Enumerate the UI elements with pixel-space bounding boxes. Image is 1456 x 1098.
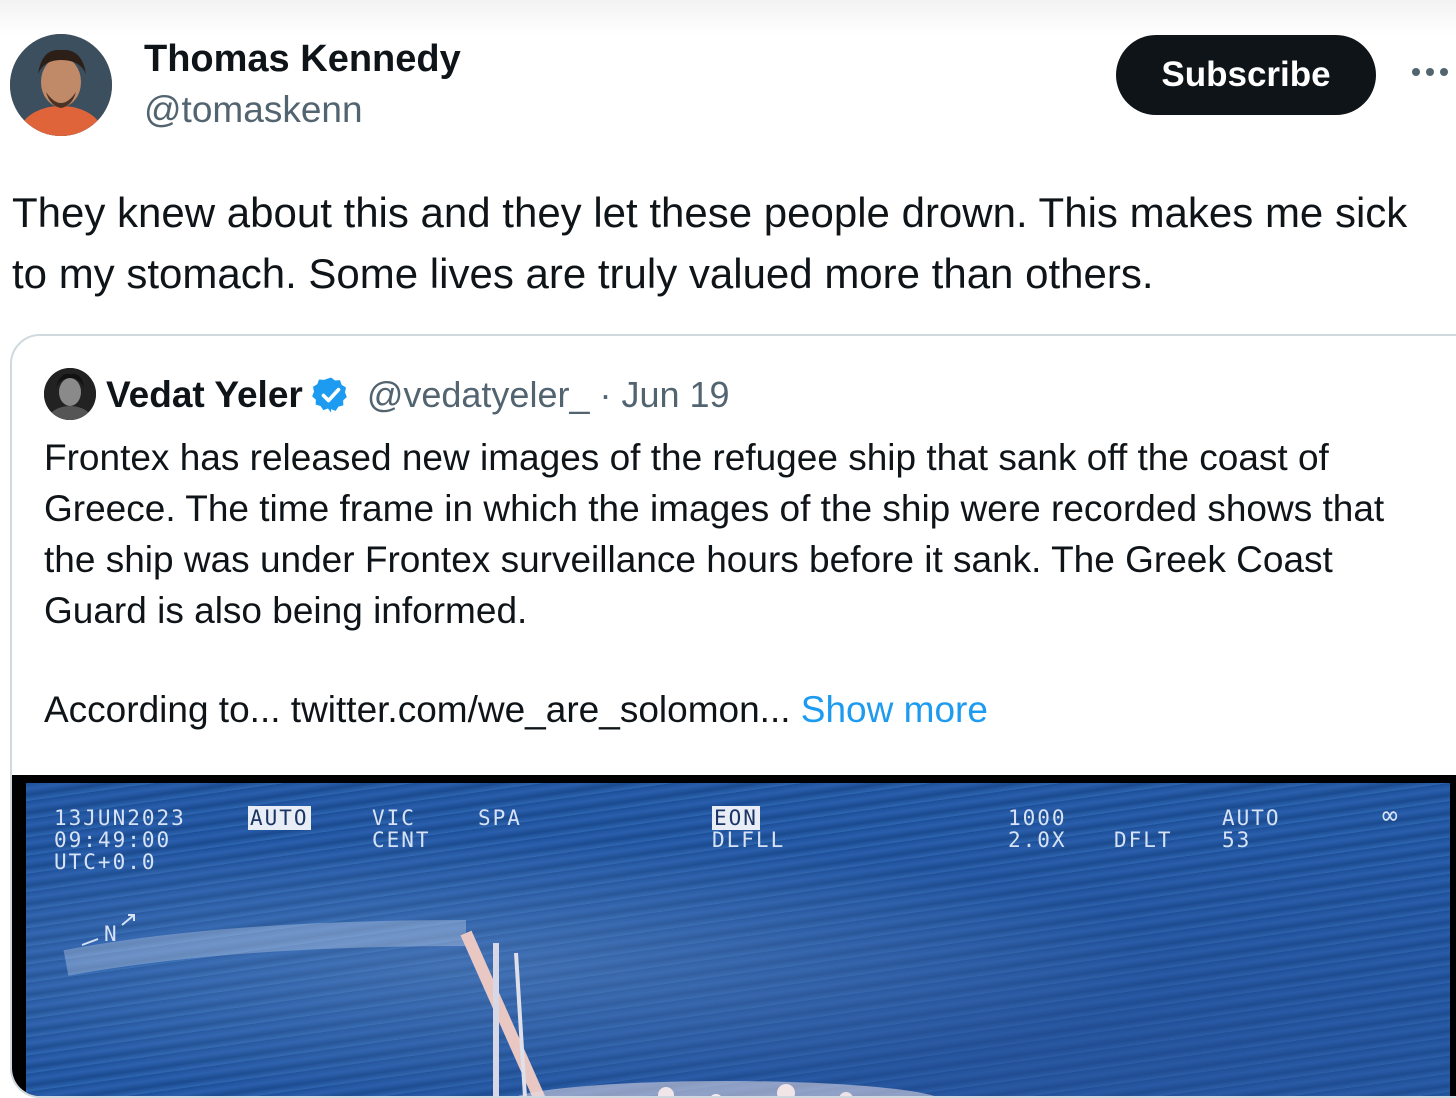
hud-infinity: ∞: [1382, 801, 1400, 831]
hud-timezone: UTC+0.0: [54, 850, 157, 874]
hud-time: 09:49:00: [54, 828, 172, 852]
hud-date: 13JUN2023: [54, 806, 186, 830]
hud-cent-value: CENT: [372, 828, 431, 852]
subscribe-button[interactable]: Subscribe: [1116, 35, 1376, 115]
quote-media[interactable]: 13JUN2023 09:49:00 UTC+0.0 AUTO VIC CENT…: [12, 775, 1456, 1096]
hud-eon-value: EON: [712, 806, 760, 830]
post-text: They knew about this and they let these …: [12, 189, 1408, 297]
hud-auto-value: AUTO: [1222, 806, 1281, 830]
more-icon[interactable]: [1408, 50, 1452, 94]
show-more-link[interactable]: Show more: [801, 689, 988, 730]
verified-badge-icon: [311, 375, 351, 415]
separator-dot: ·: [599, 374, 612, 415]
hud-auto: AUTO 53: [1222, 807, 1281, 851]
hud-vic: VIC CENT: [372, 807, 431, 851]
quote-date[interactable]: Jun 19: [621, 374, 729, 416]
author-handle[interactable]: @tomaskenn: [144, 88, 363, 132]
quote-truncated-line: According to... twitter.com/we_are_solom…: [44, 684, 988, 735]
quote-author-name[interactable]: Vedat Yeler: [106, 374, 303, 416]
hud-eon: EON DLFLL: [712, 806, 786, 852]
quote-author-avatar[interactable]: [44, 368, 96, 420]
hud-zoom-value: 2.0X: [1008, 828, 1067, 852]
quoted-post-card[interactable]: Vedat Yeler @vedatyeler_ · Jun 19 Fronte…: [10, 334, 1456, 1098]
hud-mode-value: AUTO: [248, 806, 311, 830]
hud-vic-value: VIC: [372, 806, 416, 830]
north-arrow-icon: [81, 914, 135, 946]
hud-range-value: 1000: [1008, 806, 1067, 830]
hud-range: 1000 2.0X: [1008, 807, 1067, 851]
hud-mode: AUTO: [248, 806, 311, 830]
top-fade: [0, 0, 1456, 36]
quote-header: Vedat Yeler @vedatyeler_ · Jun 19: [106, 372, 730, 418]
hud-dlfll-value: DLFLL: [712, 828, 786, 852]
author-name[interactable]: Thomas Kennedy: [144, 36, 461, 82]
quote-truncated-text: According to... twitter.com/we_are_solom…: [44, 689, 791, 730]
avatar-image: [10, 34, 112, 136]
quote-avatar-image: [44, 368, 96, 420]
quote-author-handle[interactable]: @vedatyeler_: [367, 374, 590, 416]
quote-text: Frontex has released new images of the r…: [44, 437, 1385, 631]
author-avatar[interactable]: [10, 34, 112, 136]
hud-spa: SPA: [478, 806, 522, 830]
more-dots-icon: [1412, 68, 1448, 76]
hud-num-value: 53: [1222, 828, 1252, 852]
hud-datetime: 13JUN2023 09:49:00 UTC+0.0: [54, 807, 186, 873]
hud-dflt: DFLT: [1114, 828, 1173, 852]
